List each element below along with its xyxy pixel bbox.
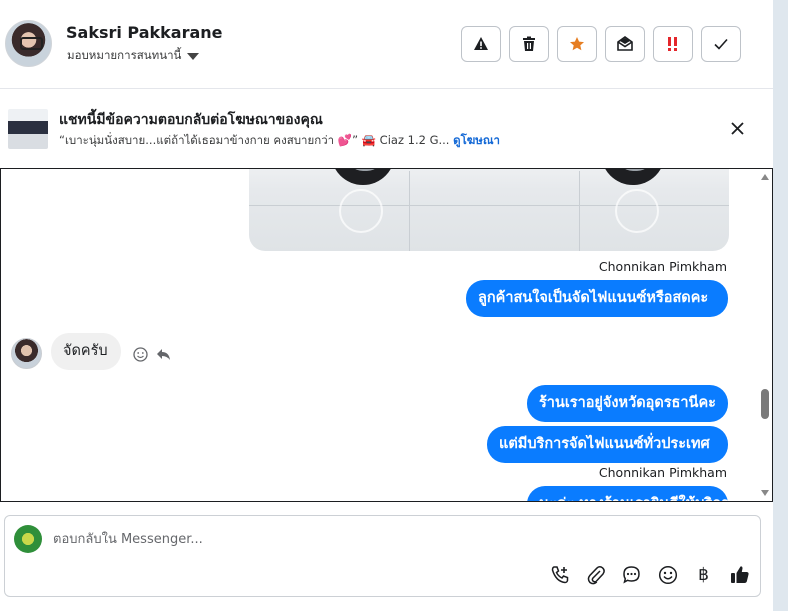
like-button[interactable] [728,563,751,586]
scrollbar-thumb[interactable] [761,389,769,419]
reply-icon[interactable] [156,348,171,361]
contact-avatar-small[interactable] [11,338,42,369]
message-bubble-outgoing[interactable]: ร้านเราอยู่จังหวัดอุดรธานีคะ [527,385,728,422]
shared-car-photo[interactable] [249,169,729,251]
checkmark-icon [714,38,728,50]
star-icon [570,37,584,51]
wheel-reflection [615,189,659,233]
reply-input[interactable] [53,528,653,550]
view-ad-link[interactable]: ดูโฆษณา [453,133,500,147]
ad-reply-banner: แชทนี้มีข้อความตอบกลับต่อโฆษณาของคุณ “เบ… [0,89,773,168]
emoji-button[interactable] [656,563,679,586]
scroll-up-arrow-icon[interactable] [761,174,769,180]
follow-up-icon [668,37,677,51]
message-bubble-incoming[interactable]: จัดครับ [51,333,121,370]
react-emoji-icon[interactable] [133,347,148,362]
message-bubble-outgoing[interactable]: นะค่ะ ทางร้านเรายินดีให้บริการ [527,486,737,501]
delete-button[interactable] [509,26,549,62]
scroll-down-arrow-icon[interactable] [761,490,769,496]
conversation-header: Saksri Pakkarane มอบหมายการสนทนานี้ [0,0,773,89]
mark-spam-button[interactable] [461,26,501,62]
contact-name[interactable]: Saksri Pakkarane [66,23,223,42]
warning-icon [474,37,488,50]
message-thread: Chonnikan Pimkham ลูกค้าสนใจเป็นจัดไฟแนน… [0,168,773,502]
mark-done-button[interactable] [701,26,741,62]
assign-conversation-dropdown[interactable]: มอบหมายการสนทนานี้ [67,47,200,65]
assign-label: มอบหมายการสนทนานี้ [67,48,182,62]
close-banner-button[interactable] [726,117,748,139]
header-actions [461,26,741,62]
baht-icon: ฿ [698,564,709,585]
star-button[interactable] [557,26,597,62]
thread-scrollbar[interactable] [758,169,772,501]
mark-unread-button[interactable] [605,26,645,62]
sender-name: Chonnikan Pimkham [598,465,727,480]
follow-up-button[interactable] [653,26,693,62]
ad-snippet: “เบาะนุ่มนั่งสบาย...แต่ถ้าได้เธอมาข้างกา… [59,133,450,147]
saved-replies-button[interactable] [620,563,643,586]
saved-reply-icon [623,566,640,584]
message-bubble-outgoing[interactable]: ลูกค้าสนใจเป็นจัดไฟแนนซ์หรือสดคะ [466,280,728,317]
message-tools [133,347,171,362]
payment-button[interactable]: ฿ [692,563,715,586]
trash-icon [523,36,535,51]
emoji-icon [658,565,677,584]
conversation-panel: Saksri Pakkarane มอบหมายการสนทนานี้ แชทน… [0,0,773,611]
ad-snippet-line: “เบาะนุ่มนั่งสบาย...แต่ถ้าได้เธอมาข้างกา… [59,132,500,150]
attach-file-button[interactable] [584,563,607,586]
floor-line [409,171,410,251]
wheel-reflection [339,189,383,233]
close-icon [730,121,744,135]
composer-toolbar: ฿ [548,563,751,586]
envelope-open-icon [617,36,633,51]
ad-thumbnail[interactable] [8,109,48,149]
window-edge [773,0,788,611]
sender-name: Chonnikan Pimkham [598,259,727,274]
call-add-icon [551,565,568,583]
caret-down-icon [187,52,200,60]
contact-avatar[interactable] [5,20,52,67]
message-bubble-outgoing[interactable]: แต่มีบริการจัดไฟแนนซ์ทั่วประเทศ [487,426,728,463]
page-avatar [14,525,42,553]
thumbs-up-icon [730,566,749,583]
car-wheel [331,169,395,185]
floor-line [579,171,580,251]
car-wheel [601,169,665,185]
reply-composer: ฿ [4,515,761,597]
attachment-icon [587,565,605,584]
add-call-button[interactable] [548,563,571,586]
ad-banner-title: แชทนี้มีข้อความตอบกลับต่อโฆษณาของคุณ [59,112,323,128]
